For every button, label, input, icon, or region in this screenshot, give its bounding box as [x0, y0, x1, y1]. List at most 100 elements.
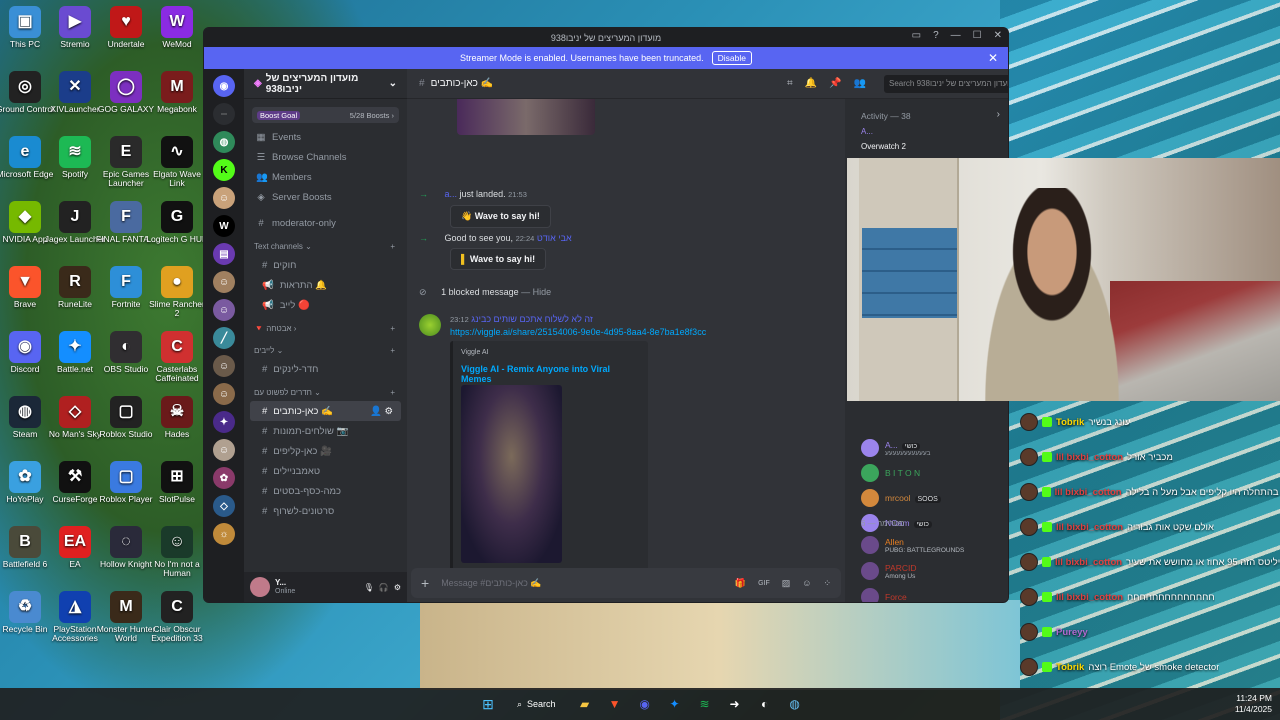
server-icon[interactable]: ▤ [213, 243, 235, 265]
invite-icon[interactable]: 👤 [370, 406, 384, 417]
desktop-icon[interactable]: W WeMod [146, 6, 208, 49]
sticker-icon[interactable]: ▨ [782, 578, 791, 589]
inbox-icon[interactable]: ▭ [912, 30, 921, 41]
headphones-icon[interactable]: 🎧 [379, 583, 389, 592]
microphone-icon[interactable]: 🎙 [364, 583, 374, 592]
server-icon[interactable]: ☼ [213, 523, 235, 545]
server-icon[interactable]: ☺ [213, 299, 235, 321]
channel-item[interactable]: # כמה-כסף-בסטים [250, 481, 401, 501]
member-row[interactable]: Allen PUBG: BATTLEGROUNDS [861, 536, 964, 554]
category-security[interactable]: 🔻 אבטחה › + [244, 319, 407, 337]
server-icon[interactable]: ☺ [213, 439, 235, 461]
desktop-icon[interactable]: M Megabonk [146, 71, 208, 114]
discord-home-icon[interactable]: ◉ [213, 75, 235, 97]
bell-icon[interactable]: 🔔 [805, 78, 817, 89]
steam-icon[interactable]: ◍ [784, 693, 806, 715]
gift-icon[interactable]: 🎁 [735, 578, 746, 589]
activity-card[interactable]: A... Overwatch 2 [861, 127, 906, 151]
close-icon[interactable]: ✕ [994, 30, 1002, 41]
server-icon[interactable]: ⋯ [213, 103, 235, 125]
desktop-icon[interactable]: ∿ Elgato Wave Link [146, 136, 208, 189]
message-author[interactable]: a... [445, 189, 458, 199]
gear-icon[interactable]: ⚙ [384, 406, 393, 417]
close-banner-icon[interactable]: ✕ [988, 51, 998, 65]
channel-moderator-only[interactable]: # moderator-only [244, 213, 407, 233]
channel-item[interactable]: # שולחים-תמונות 📷 [250, 421, 401, 441]
desktop-icon[interactable]: G Logitech G HUB [146, 201, 208, 244]
spotify-icon[interactable]: ≋ [694, 693, 716, 715]
help-icon[interactable]: ? [933, 30, 939, 41]
gear-icon[interactable]: ⚙ [394, 583, 401, 592]
taskbar-search[interactable]: ⌕ Search [507, 693, 566, 715]
category-rooms[interactable]: חדרים לפשוט עם ⌄ + [244, 383, 407, 401]
brave-icon[interactable]: ▼ [604, 693, 626, 715]
desktop-icon[interactable]: C Clair Obscur Expedition 33 [146, 591, 208, 644]
desktop-icon[interactable]: ⊞ SlotPulse [146, 461, 208, 504]
wave-button[interactable]: ▌ Wave to say hi! [450, 248, 547, 270]
channel-item[interactable]: # סרטונים-לשרוף [250, 501, 401, 521]
server-icon[interactable]: ☺ [213, 187, 235, 209]
chevron-right-icon[interactable]: › [997, 109, 1000, 120]
emoji-icon[interactable]: ☺ [802, 578, 811, 588]
message-author[interactable]: זה לא לשלוח אתכם שותים כבינג [471, 314, 592, 324]
channel-item[interactable]: 📢 התראות 🔔 [250, 275, 401, 295]
channel-item[interactable]: 📢 לייב 🔴 [250, 295, 401, 315]
guild-header[interactable]: ◈ מועדון המעריצים של יניבו938 ⌄ [244, 69, 407, 99]
server-icon[interactable]: ╱ [213, 327, 235, 349]
member-list-icon[interactable]: 👥 [854, 78, 866, 89]
member-row[interactable]: A... כושי בעעעעעעעעעעע [861, 439, 930, 457]
previous-image-attachment[interactable] [457, 99, 595, 135]
server-icon[interactable]: ✦ [213, 411, 235, 433]
obs-icon[interactable]: ◐ [754, 693, 776, 715]
message-author[interactable]: אבי אודט [537, 233, 572, 243]
member-row[interactable]: PARCID Among Us [861, 562, 917, 580]
gif-icon[interactable]: GIF [758, 580, 770, 587]
avatar[interactable] [419, 314, 441, 336]
server-icon[interactable]: W [213, 215, 235, 237]
add-channel-icon[interactable]: + [390, 346, 395, 355]
server-icon[interactable]: K [213, 159, 235, 181]
discord-icon[interactable]: ◉ [634, 693, 656, 715]
system-clock[interactable]: 11:24 PM 11/4/2025 [1235, 693, 1272, 715]
add-channel-icon[interactable]: + [390, 388, 395, 397]
add-channel-icon[interactable]: + [390, 242, 395, 251]
add-attachment-icon[interactable]: + [421, 575, 429, 591]
category-text-channels[interactable]: Text channels ⌄ + [244, 237, 407, 255]
nav-item[interactable]: 👥 Members [244, 167, 407, 187]
disable-streamer-button[interactable]: Disable [711, 51, 752, 65]
message-input[interactable]: Message #כאן-כותבים ✍ [441, 578, 723, 589]
pin-icon[interactable]: 📌 [829, 78, 841, 89]
embed-image[interactable] [461, 385, 562, 563]
category-lives[interactable]: לייבים ⌄ + [244, 341, 407, 359]
server-icon[interactable]: ☺ [213, 383, 235, 405]
desktop-icon[interactable]: ☺ No I'm not a Human [146, 526, 208, 579]
desktop-icon[interactable]: C Casterlabs Caffeinated [146, 331, 208, 384]
search-input[interactable]: Search מועדון המעריצים של יניבו938 [884, 74, 1008, 93]
server-icon[interactable]: ◇ [213, 495, 235, 517]
member-row[interactable]: Force [861, 588, 907, 602]
threads-icon[interactable]: ⌗ [787, 78, 793, 89]
channel-item[interactable]: # חוקים [250, 255, 401, 275]
message-link[interactable]: https://viggle.ai/share/25154006-9e0e-4d… [450, 327, 706, 337]
desktop-icon[interactable]: ● Slime Rancher 2 [146, 266, 208, 319]
channel-item[interactable]: # כאן-כותבים ✍ 👤 ⚙ [250, 401, 401, 421]
channel-item[interactable]: #Gaming Session [250, 521, 401, 523]
minimize-icon[interactable]: — [951, 30, 961, 41]
boost-goal-bar[interactable]: Boost Goal 5/28 Boosts › [252, 107, 399, 123]
nav-item[interactable]: ☰ Browse Channels [244, 147, 407, 167]
server-icon[interactable]: ✿ [213, 467, 235, 489]
battle-net-icon[interactable]: ✦ [664, 693, 686, 715]
avatar[interactable] [250, 577, 270, 597]
member-row[interactable]: mrcool SOOS [861, 489, 941, 507]
channel-item[interactable]: # טאמבניילים [250, 461, 401, 481]
server-icon[interactable]: ☺ [213, 271, 235, 293]
channel-item[interactable]: # חדר-לינקים [250, 359, 401, 379]
file-explorer-icon[interactable]: ▰ [574, 693, 596, 715]
apps-icon[interactable]: ⁘ [823, 578, 831, 589]
member-row[interactable]: B I T O N [861, 464, 920, 482]
nav-item[interactable]: ◈ Server Boosts [244, 187, 407, 207]
server-icon[interactable]: ◍ [213, 131, 235, 153]
desktop-icon[interactable]: ☠ Hades [146, 396, 208, 439]
maximize-icon[interactable]: ☐ [973, 30, 982, 41]
channel-item[interactable]: # כאן-קליפים 🎥 [250, 441, 401, 461]
